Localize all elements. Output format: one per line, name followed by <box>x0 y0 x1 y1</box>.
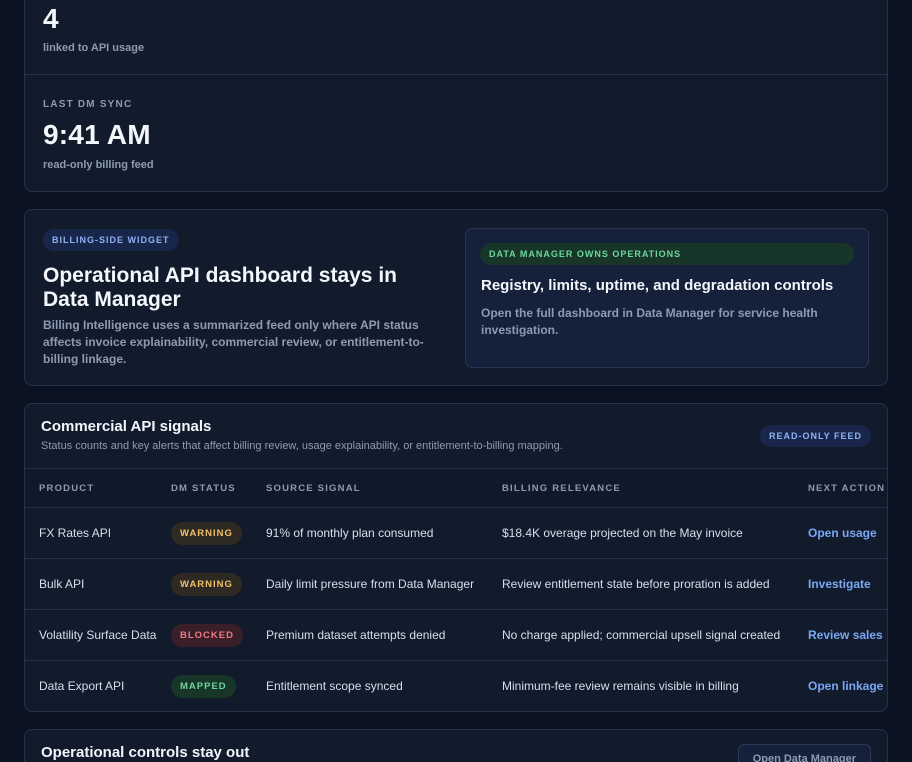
table-row: Bulk API WARNING Daily limit pressure fr… <box>25 558 887 610</box>
signals-title: Commercial API signals <box>41 418 212 435</box>
owner-card-description: Open the full dashboard in Data Manager … <box>481 306 818 337</box>
owner-card-title: Registry, limits, uptime, and degradatio… <box>481 277 834 294</box>
metric-label: LAST DM SYNC <box>43 99 133 110</box>
metric-value: 9:41 AM <box>43 119 151 150</box>
column-header-product: PRODUCT <box>25 468 171 508</box>
next-action-cell: Open linkage <box>808 661 887 712</box>
billing-side-widget-badge: BILLING-SIDE WIDGET <box>43 229 179 251</box>
operational-controls-card: Operational controls stay out Open Data … <box>24 729 888 762</box>
table-header-row: PRODUCT DM STATUS SOURCE SIGNAL BILLING … <box>25 468 887 508</box>
status-badge: MAPPED <box>171 674 236 698</box>
metric-subtext: read-only billing feed <box>43 159 154 171</box>
column-header-source-signal: SOURCE SIGNAL <box>266 468 502 508</box>
product-cell: FX Rates API <box>25 507 171 559</box>
status-cell: WARNING <box>171 558 266 610</box>
widget-description: Billing Intelligence uses a summarized f… <box>43 318 424 366</box>
product-cell: Bulk API <box>25 558 171 610</box>
product-cell: Data Export API <box>39 679 125 694</box>
column-header-next-action: NEXT ACTION <box>808 468 887 508</box>
status-cell: BLOCKED <box>171 609 266 661</box>
billing-relevance-cell: No charge applied; commercial upsell sig… <box>502 609 808 661</box>
table-row: Data Export API MAPPED Entitlement scope… <box>25 661 887 712</box>
status-badge: WARNING <box>171 521 242 545</box>
status-badge: BLOCKED <box>171 623 243 647</box>
billing-widget-card: BILLING-SIDE WIDGET Operational API dash… <box>24 209 888 386</box>
next-action-cell: Open usage <box>808 507 887 559</box>
metric-linked-apis: 4 linked to API usage <box>43 3 144 54</box>
commercial-api-signals-card: Commercial API signals Status counts and… <box>24 403 888 712</box>
open-usage-link[interactable]: Open usage <box>808 526 877 540</box>
open-data-manager-button[interactable]: Open Data Manager <box>737 744 871 762</box>
signals-subtitle: Status counts and key alerts that affect… <box>41 440 563 452</box>
table-row: Volatility Surface Data BLOCKED Premium … <box>25 609 887 661</box>
signals-table: PRODUCT DM STATUS SOURCE SIGNAL BILLING … <box>25 468 887 712</box>
widget-title: Operational API dashboard stays in Data … <box>43 264 397 311</box>
investigate-link[interactable]: Investigate <box>808 577 871 591</box>
status-cell: MAPPED <box>171 661 266 712</box>
column-header-dm-status: DM STATUS <box>171 468 266 508</box>
read-only-feed-badge: READ-ONLY FEED <box>759 425 871 447</box>
metric-value: 4 <box>43 3 59 34</box>
metric-subtext: linked to API usage <box>43 42 145 54</box>
column-header-billing-relevance: BILLING RELEVANCE <box>502 468 808 508</box>
billing-relevance-cell: $18.4K overage projected on the May invo… <box>502 507 808 559</box>
next-action-cell: Investigate <box>808 558 887 610</box>
metric-last-dm-sync: LAST DM SYNC 9:41 AM read-only billing f… <box>43 99 154 171</box>
metric-divider <box>25 74 887 75</box>
open-linkage-link[interactable]: Open linkage <box>808 679 883 693</box>
billing-relevance-cell: Review entitlement state before proratio… <box>502 558 808 610</box>
next-action-cell: Review sales <box>808 609 887 661</box>
source-signal-cell: Daily limit pressure from Data Manager <box>266 558 502 610</box>
status-badge: WARNING <box>171 572 242 596</box>
data-manager-owns-badge: DATA MANAGER OWNS OPERATIONS <box>480 243 854 265</box>
source-signal-cell: Entitlement scope synced <box>266 679 403 694</box>
product-cell: Volatility Surface Data <box>25 609 171 661</box>
billing-relevance-cell: Minimum-fee review remains visible in bi… <box>502 679 739 694</box>
metrics-card: 4 linked to API usage LAST DM SYNC 9:41 … <box>24 0 888 192</box>
source-signal-cell: 91% of monthly plan consumed <box>266 507 502 559</box>
operational-controls-title: Operational controls stay out <box>41 744 250 761</box>
review-sales-link[interactable]: Review sales <box>808 628 883 642</box>
source-signal-cell: Premium dataset attempts denied <box>266 609 502 661</box>
table-row: FX Rates API WARNING 91% of monthly plan… <box>25 507 887 559</box>
status-cell: WARNING <box>171 507 266 559</box>
data-manager-owner-card: DATA MANAGER OWNS OPERATIONS Registry, l… <box>465 228 869 368</box>
